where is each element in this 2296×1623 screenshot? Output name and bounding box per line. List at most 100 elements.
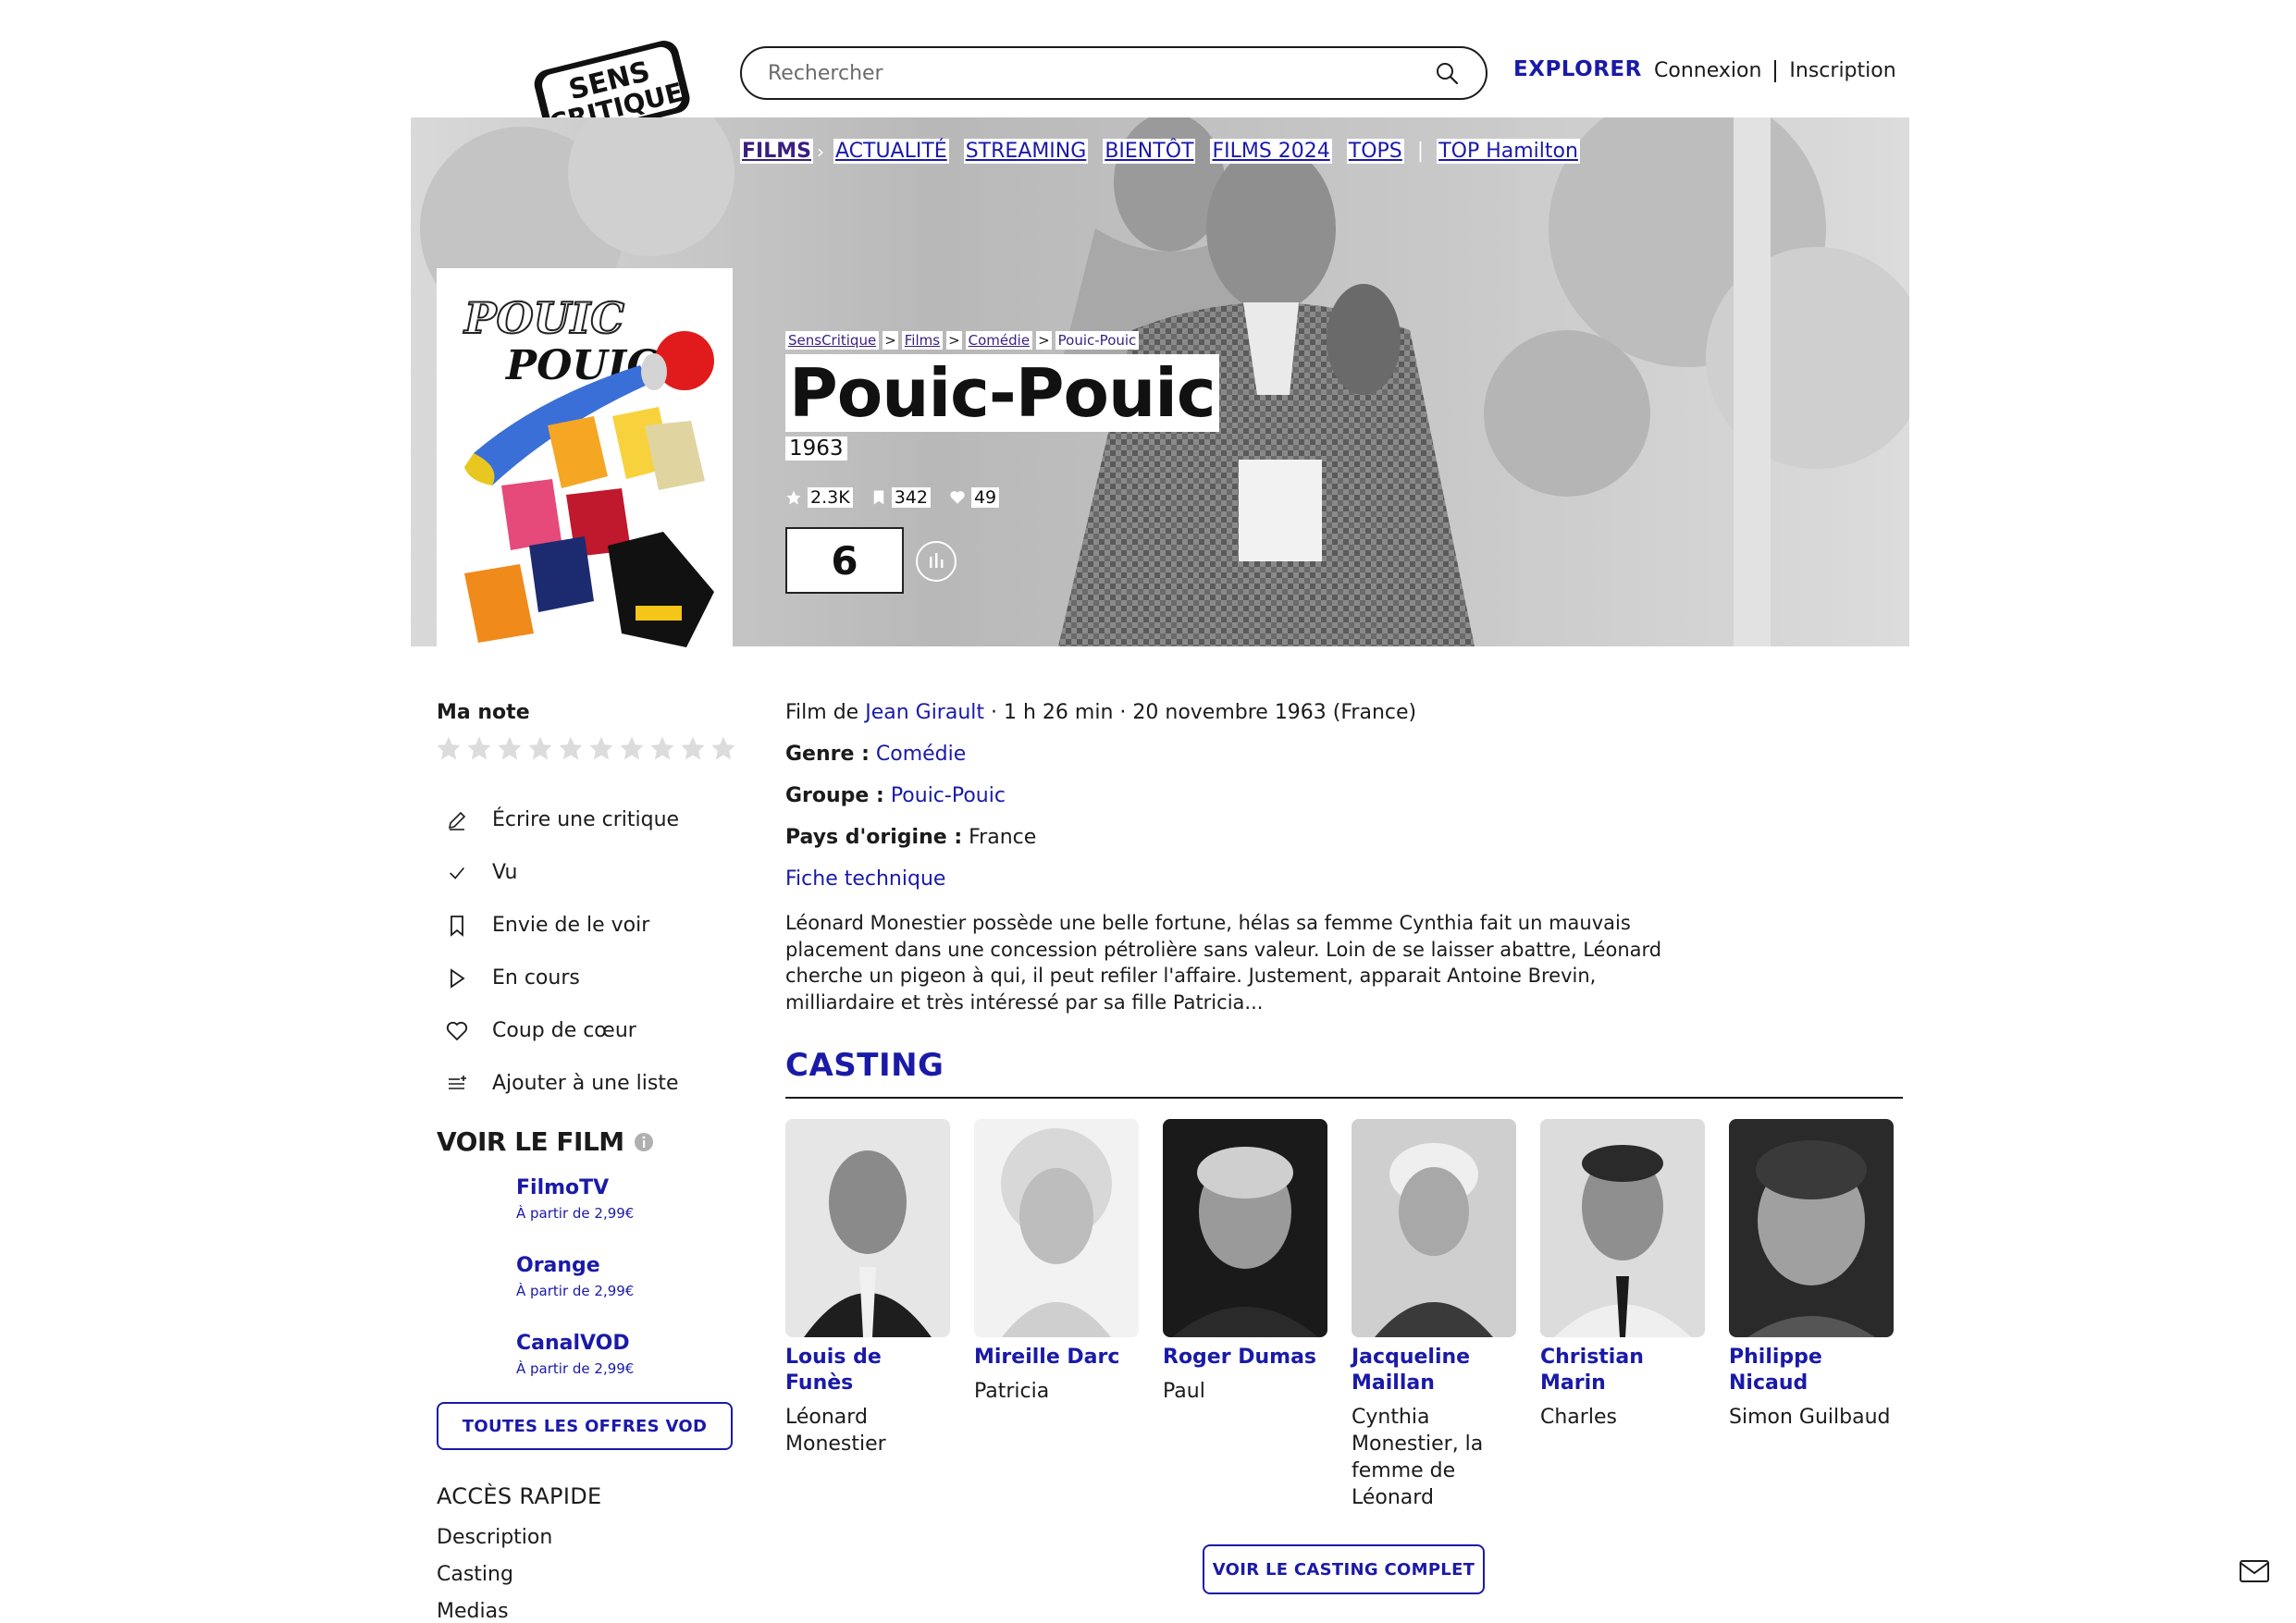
group-link[interactable]: Pouic-Pouic xyxy=(891,784,1006,807)
vod-offer-orange[interactable]: Orange À partir de 2,99€ xyxy=(516,1254,634,1299)
rating-star-2[interactable] xyxy=(465,734,493,762)
breadcrumb-comedie[interactable]: Comédie xyxy=(965,331,1033,350)
cast-card[interactable]: Louis de Funès Léonard Monestier xyxy=(785,1119,952,1457)
quick-access-title: ACCÈS RAPIDE xyxy=(437,1483,602,1509)
rating-star-8[interactable] xyxy=(648,734,676,762)
country-row: Pays d'origine : France xyxy=(785,826,1036,849)
write-review-button[interactable]: Écrire une critique xyxy=(444,793,679,846)
subnav-top-hamilton[interactable]: TOP Hamilton xyxy=(1437,139,1580,164)
vod-price: À partir de 2,99€ xyxy=(516,1283,635,1299)
actor-photo[interactable] xyxy=(785,1119,950,1337)
actor-name[interactable]: Christian Marin xyxy=(1540,1345,1707,1396)
genre-link[interactable]: Comédie xyxy=(876,743,966,766)
breadcrumb-senscritique[interactable]: SensCritique xyxy=(785,331,880,350)
synopsis: Léonard Monestier possède une belle fort… xyxy=(785,912,1662,1014)
mail-icon[interactable] xyxy=(2239,1559,2270,1583)
action-label: Écrire une critique xyxy=(492,808,680,831)
subnav-divider: | xyxy=(1416,140,1425,163)
action-label: Envie de le voir xyxy=(492,914,650,937)
actor-photo[interactable] xyxy=(1540,1119,1705,1337)
search-icon[interactable] xyxy=(1434,60,1460,86)
cast-card[interactable]: Roger Dumas Paul xyxy=(1163,1119,1329,1405)
in-progress-button[interactable]: En cours xyxy=(444,952,679,1004)
actor-role: Patricia xyxy=(974,1380,1050,1403)
actor-photo[interactable] xyxy=(1352,1119,1516,1337)
info-icon[interactable] xyxy=(634,1132,654,1152)
heart-icon xyxy=(444,1018,470,1044)
chevron-right-icon: › xyxy=(816,140,824,163)
subnav-films[interactable]: FILMS xyxy=(740,139,813,164)
actor-name[interactable]: Mireille Darc xyxy=(974,1345,1141,1371)
seen-button[interactable]: Vu xyxy=(444,846,679,899)
cast-card[interactable]: Christian Marin Charles xyxy=(1540,1119,1707,1431)
page-title: Pouic-Pouic xyxy=(785,354,1219,432)
subnav-films-2024[interactable]: FILMS 2024 xyxy=(1210,139,1332,164)
vod-offer-canalvod[interactable]: CanalVOD À partir de 2,99€ xyxy=(516,1332,634,1377)
vod-offer-filmotv[interactable]: FilmoTV À partir de 2,99€ xyxy=(516,1176,634,1222)
actor-name[interactable]: Louis de Funès xyxy=(785,1345,952,1396)
rating-star-4[interactable] xyxy=(526,734,554,762)
average-score[interactable]: 6 xyxy=(785,527,904,594)
rating-star-5[interactable] xyxy=(557,734,585,762)
actor-name[interactable]: Philippe Nicaud xyxy=(1729,1345,1895,1396)
group-label: Groupe : xyxy=(785,784,884,807)
star-icon xyxy=(786,490,801,505)
add-to-list-button[interactable]: Ajouter à une liste xyxy=(444,1057,679,1110)
all-vod-offers-button[interactable]: TOUTES LES OFFRES VOD xyxy=(437,1402,733,1450)
quick-link-casting[interactable]: Casting xyxy=(437,1563,513,1586)
search-input[interactable] xyxy=(768,61,1434,85)
tech-sheet-link[interactable]: Fiche technique xyxy=(785,867,945,891)
quick-link-description[interactable]: Description xyxy=(437,1526,552,1549)
actor-photo[interactable] xyxy=(974,1119,1139,1337)
cast-card[interactable]: Mireille Darc Patricia xyxy=(974,1119,1141,1405)
genre-row: Genre : Comédie xyxy=(785,743,966,766)
rating-star-9[interactable] xyxy=(679,734,707,762)
subnav-bientot[interactable]: BIENTÔT xyxy=(1103,139,1196,164)
pencil-icon xyxy=(444,807,470,833)
favorite-button[interactable]: Coup de cœur xyxy=(444,1004,679,1057)
country-value: France xyxy=(969,826,1037,849)
wishlist-button[interactable]: Envie de le voir xyxy=(444,899,679,952)
release-year: 1963 xyxy=(785,436,847,461)
bookmark-icon xyxy=(444,913,470,939)
list-add-icon xyxy=(444,1071,470,1097)
rating-star-3[interactable] xyxy=(496,734,524,762)
rating-stars[interactable] xyxy=(435,734,737,762)
breadcrumb-films[interactable]: Films xyxy=(901,331,944,350)
actor-name[interactable]: Jacqueline Maillan xyxy=(1352,1345,1518,1396)
rating-star-7[interactable] xyxy=(618,734,646,762)
vod-name[interactable]: CanalVOD xyxy=(516,1332,634,1355)
actor-photo[interactable] xyxy=(1163,1119,1327,1337)
heart-icon xyxy=(950,491,965,504)
explorer-link[interactable]: EXPLORER xyxy=(1513,57,1642,81)
subnav-tops[interactable]: TOPS xyxy=(1346,139,1404,164)
actor-photo[interactable] xyxy=(1729,1119,1894,1337)
cast-card[interactable]: Philippe Nicaud Simon Guilbaud xyxy=(1729,1119,1895,1431)
cast-card[interactable]: Jacqueline Maillan Cynthia Monestier, la… xyxy=(1352,1119,1518,1511)
subnav-actualite[interactable]: ACTUALITÉ xyxy=(833,139,949,164)
movie-poster[interactable]: POUIC POUIC xyxy=(437,268,733,672)
sub-navigation: FILMS › ACTUALITÉ STREAMING BIENTÔT FILM… xyxy=(740,139,1580,164)
full-cast-button[interactable]: VOIR LE CASTING COMPLET xyxy=(1203,1544,1485,1594)
login-link[interactable]: Connexion xyxy=(1654,59,1761,82)
rating-star-10[interactable] xyxy=(710,734,737,762)
film-by-label: Film de xyxy=(785,701,859,724)
search-bar[interactable] xyxy=(740,46,1487,100)
wishlist-count: 342 xyxy=(871,487,931,508)
director-link[interactable]: Jean Girault xyxy=(865,701,984,724)
rating-star-6[interactable] xyxy=(587,734,615,762)
rating-star-1[interactable] xyxy=(435,734,463,762)
casting-title: CASTING xyxy=(785,1047,944,1084)
actor-name[interactable]: Roger Dumas xyxy=(1163,1345,1329,1371)
vod-name[interactable]: Orange xyxy=(516,1254,634,1277)
rating-distribution-icon[interactable] xyxy=(916,541,957,582)
favorites-count: 49 xyxy=(949,487,1000,508)
vod-name[interactable]: FilmoTV xyxy=(516,1176,634,1199)
quick-link-medias[interactable]: Medias xyxy=(437,1600,509,1623)
vod-price: À partir de 2,99€ xyxy=(516,1205,635,1222)
signup-link[interactable]: Inscription xyxy=(1789,59,1895,82)
user-actions: Écrire une critique Vu Envie de le voir … xyxy=(444,793,679,1110)
subnav-streaming[interactable]: STREAMING xyxy=(963,139,1089,164)
actor-role: Charles xyxy=(1540,1406,1617,1429)
action-label: Ajouter à une liste xyxy=(492,1072,679,1095)
